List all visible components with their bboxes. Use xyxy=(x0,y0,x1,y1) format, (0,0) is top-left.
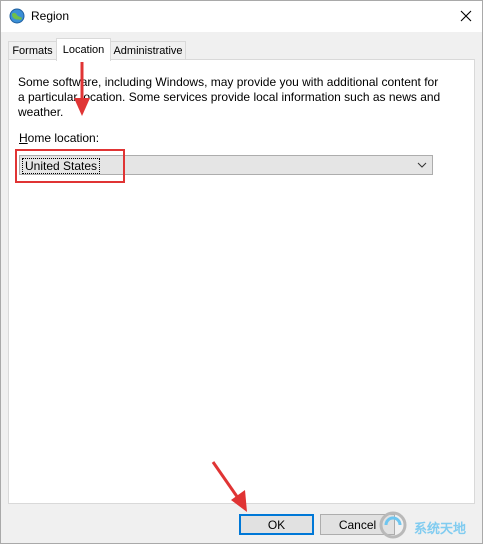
tab-formats-label: Formats xyxy=(12,45,53,57)
tab-administrative-label: Administrative xyxy=(113,45,183,57)
home-location-label-text: ome location: xyxy=(27,131,100,145)
watermark-logo-icon xyxy=(379,511,407,539)
chevron-down-icon xyxy=(412,156,432,174)
home-location-label: Home location: xyxy=(19,131,99,145)
tab-location-label: Location xyxy=(62,44,105,56)
window-title: Region xyxy=(31,9,70,23)
watermark-text: 系统天地 xyxy=(414,521,467,536)
home-location-accelerator: H xyxy=(19,131,28,145)
close-icon xyxy=(460,10,472,22)
cancel-button-label: Cancel xyxy=(338,517,377,532)
tab-location[interactable]: Location xyxy=(56,38,111,61)
globe-icon xyxy=(9,8,25,24)
ok-button-label: OK xyxy=(267,517,286,532)
ok-button[interactable]: OK xyxy=(239,514,314,535)
tab-administrative[interactable]: Administrative xyxy=(110,41,186,60)
tab-formats[interactable]: Formats xyxy=(8,41,57,60)
highlight-box xyxy=(15,149,125,183)
title-bar: Region xyxy=(1,1,482,32)
close-button[interactable] xyxy=(450,1,482,31)
location-panel xyxy=(8,59,475,504)
location-description: Some software, including Windows, may pr… xyxy=(18,75,441,119)
